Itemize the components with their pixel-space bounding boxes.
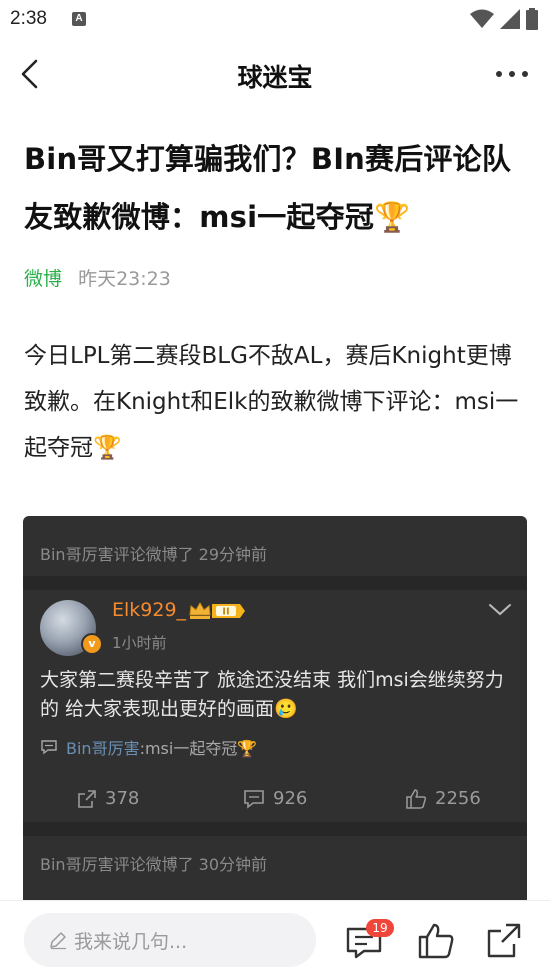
wifi-icon	[470, 9, 494, 28]
verified-badge: v	[81, 633, 103, 655]
embed-divider	[23, 822, 527, 836]
status-icons	[470, 8, 538, 30]
comment-button[interactable]: 926	[243, 788, 307, 809]
notification-icon: A	[72, 12, 86, 26]
article-body: 今日LPL第二赛段BLG不敌AL，赛后Knight更博致歉。在Knight和El…	[24, 343, 519, 461]
quote-author[interactable]: Bin哥厉害	[66, 735, 140, 759]
comment-count-badge: 19	[366, 919, 394, 937]
status-time: 2:38	[10, 8, 47, 29]
article-meta: 微博 昨天23:23	[24, 264, 171, 291]
article-time: 昨天23:23	[78, 268, 171, 290]
thumbs-up-icon[interactable]	[416, 921, 456, 961]
thumbs-up-icon	[406, 788, 427, 809]
comment-placeholder: 我来说几句...	[74, 930, 188, 953]
level-badge: II	[222, 607, 229, 618]
nav-bar: 球迷宝	[0, 40, 550, 108]
comment-icon	[244, 789, 264, 809]
comment-header: Bin哥厉害评论微博了 30分钟前	[40, 855, 268, 874]
more-icon[interactable]	[492, 60, 532, 88]
like-button[interactable]: 2256	[405, 788, 481, 809]
share-icon	[78, 789, 96, 808]
chevron-down-icon[interactable]	[487, 602, 513, 618]
comment-input[interactable]: 我来说几句...	[24, 913, 316, 967]
share-icon[interactable]	[484, 921, 524, 961]
post-username[interactable]: Elk929_	[112, 599, 186, 621]
post-content: 大家第二赛段辛苦了 旅途还没结束 我们msi会继续努力的 给大家表现出更好的画面…	[40, 669, 504, 720]
battery-icon	[526, 8, 538, 30]
article-source[interactable]: 微博	[24, 268, 62, 290]
comment-bubble-icon	[41, 740, 57, 755]
repost-count: 378	[105, 788, 140, 809]
page-title: 球迷宝	[237, 63, 313, 92]
crown-badge-icon: II	[189, 601, 245, 619]
embedded-screenshot: Bin哥厉害评论微博了 29分钟前 v Elk929_ II 1小时前 大家第二…	[23, 516, 527, 912]
embed-divider	[23, 576, 527, 590]
comment-header: Bin哥厉害评论微博了 29分钟前	[40, 545, 268, 564]
repost-button[interactable]: 378	[77, 788, 139, 809]
quote-comment[interactable]: Bin哥厉害 :msi一起夺冠🏆	[40, 735, 257, 759]
pencil-icon	[50, 932, 66, 950]
signal-icon	[500, 9, 520, 29]
article-title: Bin哥又打算骗我们？BIn赛后评论队友致歉微博：msi一起夺冠🏆	[24, 142, 512, 234]
comment-count: 926	[273, 788, 308, 809]
posted-ago: 1小时前	[112, 634, 167, 652]
like-count: 2256	[435, 788, 481, 809]
bottom-bar: 我来说几句... 19	[0, 900, 550, 980]
status-bar: 2:38 A	[0, 0, 550, 38]
quote-text: :msi一起夺冠🏆	[139, 739, 258, 758]
